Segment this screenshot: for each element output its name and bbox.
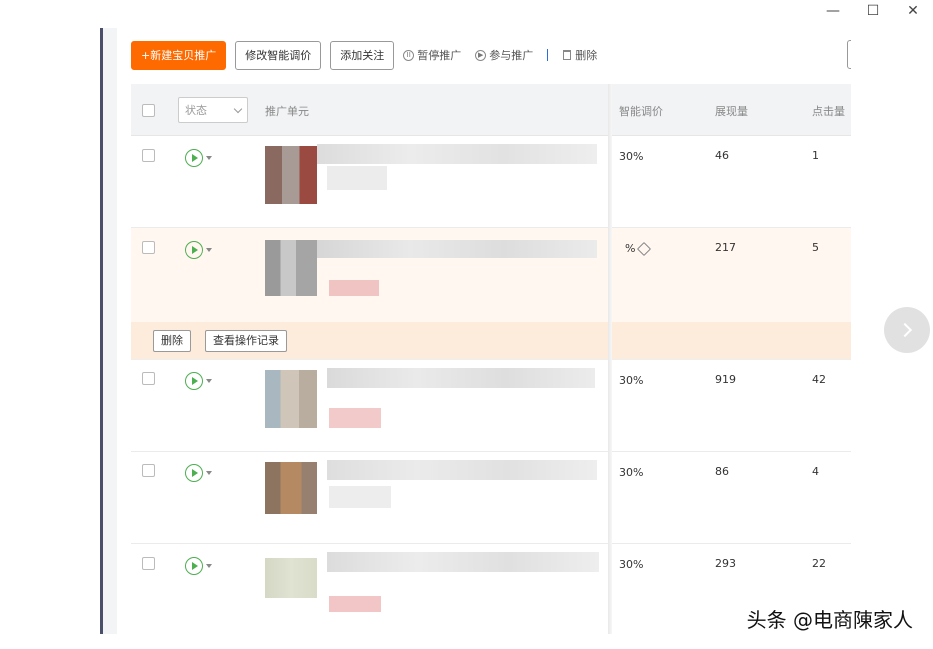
header-clicks[interactable]: 点击量 bbox=[812, 103, 845, 119]
table-row: % 217 5 bbox=[131, 228, 851, 322]
row-smart-price: 30% bbox=[619, 374, 644, 387]
play-icon bbox=[185, 149, 203, 167]
row-impressions: 217 bbox=[715, 241, 736, 254]
add-follow-button[interactable]: 添加关注 bbox=[330, 40, 395, 70]
row-clicks: 42 bbox=[812, 373, 826, 386]
row-status-toggle[interactable] bbox=[185, 372, 212, 390]
table-row: 30% 919 42 bbox=[131, 360, 851, 452]
caret-down-icon bbox=[206, 564, 212, 568]
play-circle-icon: ▶ bbox=[475, 49, 487, 61]
table-row: 30% 86 4 bbox=[131, 452, 851, 544]
maximize-button[interactable]: ☐ bbox=[853, 1, 893, 21]
promo-panel: +新建宝贝推广 修改智能调价 添加关注 II 暂停推广 ▶ 参与推广 删除 状态… bbox=[100, 28, 851, 634]
product-title-blurred bbox=[327, 368, 595, 388]
next-page-button[interactable] bbox=[884, 307, 930, 353]
product-thumbnail bbox=[265, 558, 317, 598]
product-thumbnail bbox=[265, 240, 317, 296]
status-filter-label: 状态 bbox=[185, 104, 207, 117]
toolbar-overflow-button[interactable] bbox=[847, 40, 851, 69]
pause-icon: II bbox=[403, 49, 415, 61]
product-tag-blurred bbox=[329, 280, 379, 296]
panel-gutter bbox=[103, 28, 117, 634]
row-impressions: 46 bbox=[715, 149, 729, 162]
row-action-bar: 删除 查看操作记录 bbox=[131, 322, 851, 360]
row-checkbox[interactable] bbox=[142, 149, 155, 162]
chevron-right-icon bbox=[897, 322, 913, 338]
play-icon bbox=[185, 557, 203, 575]
row-status-toggle[interactable] bbox=[185, 149, 212, 167]
row-impressions: 86 bbox=[715, 465, 729, 478]
delete-button[interactable]: 删除 bbox=[563, 47, 597, 63]
product-thumbnail bbox=[265, 146, 317, 204]
caret-down-icon bbox=[206, 156, 212, 160]
watermark: 头条 @电商陳家人 bbox=[746, 608, 913, 632]
product-title-blurred bbox=[317, 144, 597, 164]
product-tag-blurred bbox=[329, 596, 381, 612]
product-title-blurred bbox=[317, 240, 597, 258]
product-meta-blurred bbox=[327, 166, 387, 190]
toolbar: +新建宝贝推广 修改智能调价 添加关注 II 暂停推广 ▶ 参与推广 删除 bbox=[131, 40, 611, 70]
row-clicks: 5 bbox=[812, 241, 819, 254]
row-smart-price: 30% bbox=[619, 150, 644, 163]
toolbar-divider bbox=[547, 49, 549, 61]
chevron-down-icon bbox=[233, 104, 243, 113]
row-impressions: 293 bbox=[715, 557, 736, 570]
caret-down-icon bbox=[206, 379, 212, 383]
table-header: 状态 推广单元 智能调价 展现量 点击量 bbox=[131, 84, 851, 136]
row-status-toggle[interactable] bbox=[185, 464, 212, 482]
join-promo-label: 参与推广 bbox=[489, 49, 534, 62]
minimize-button[interactable]: — bbox=[813, 1, 853, 21]
pause-promo-label: 暂停推广 bbox=[417, 49, 462, 62]
row-delete-button[interactable]: 删除 bbox=[153, 330, 191, 352]
play-icon bbox=[185, 372, 203, 390]
row-checkbox[interactable] bbox=[142, 241, 155, 254]
trash-icon bbox=[563, 50, 572, 60]
row-clicks: 22 bbox=[812, 557, 826, 570]
pause-promo-button[interactable]: II 暂停推广 bbox=[403, 47, 461, 63]
caret-down-icon bbox=[206, 471, 212, 475]
row-checkbox[interactable] bbox=[142, 557, 155, 570]
row-smart-price-cell: % bbox=[625, 241, 652, 256]
close-button[interactable]: ✕ bbox=[893, 1, 933, 21]
product-tag-blurred bbox=[329, 408, 381, 428]
product-meta-blurred bbox=[329, 486, 391, 508]
row-status-toggle[interactable] bbox=[185, 241, 212, 259]
play-icon bbox=[185, 241, 203, 259]
row-smart-price: 30% bbox=[619, 558, 644, 571]
view-log-button[interactable]: 查看操作记录 bbox=[205, 330, 287, 352]
header-impressions[interactable]: 展现量 bbox=[715, 103, 748, 119]
row-checkbox[interactable] bbox=[142, 372, 155, 385]
product-title-blurred bbox=[327, 460, 597, 480]
select-all-checkbox[interactable] bbox=[142, 104, 155, 117]
pencil-icon[interactable] bbox=[637, 241, 652, 256]
header-promo-unit: 推广单元 bbox=[265, 105, 309, 118]
row-checkbox[interactable] bbox=[142, 464, 155, 477]
frozen-column-shadow bbox=[608, 84, 612, 634]
delete-label: 删除 bbox=[575, 49, 598, 62]
caret-down-icon bbox=[206, 248, 212, 252]
row-impressions: 919 bbox=[715, 373, 736, 386]
product-thumbnail bbox=[265, 370, 317, 428]
window-controls: — ☐ ✕ bbox=[813, 0, 933, 22]
new-promo-button[interactable]: +新建宝贝推广 bbox=[131, 40, 227, 70]
product-title-blurred bbox=[327, 552, 599, 572]
play-icon bbox=[185, 464, 203, 482]
row-clicks: 4 bbox=[812, 465, 819, 478]
row-status-toggle[interactable] bbox=[185, 557, 212, 575]
row-smart-price: 30% bbox=[619, 466, 644, 479]
table-row: 30% 46 1 bbox=[131, 136, 851, 228]
row-clicks: 1 bbox=[812, 149, 819, 162]
table-row: 30% 293 22 bbox=[131, 544, 851, 634]
row-smart-price: % bbox=[625, 242, 636, 255]
join-promo-button[interactable]: ▶ 参与推广 bbox=[475, 47, 533, 63]
modify-smart-price-button[interactable]: 修改智能调价 bbox=[235, 40, 322, 70]
header-smart-price[interactable]: 智能调价 bbox=[619, 103, 663, 119]
status-filter-select[interactable]: 状态 bbox=[178, 97, 248, 123]
product-thumbnail bbox=[265, 462, 317, 514]
